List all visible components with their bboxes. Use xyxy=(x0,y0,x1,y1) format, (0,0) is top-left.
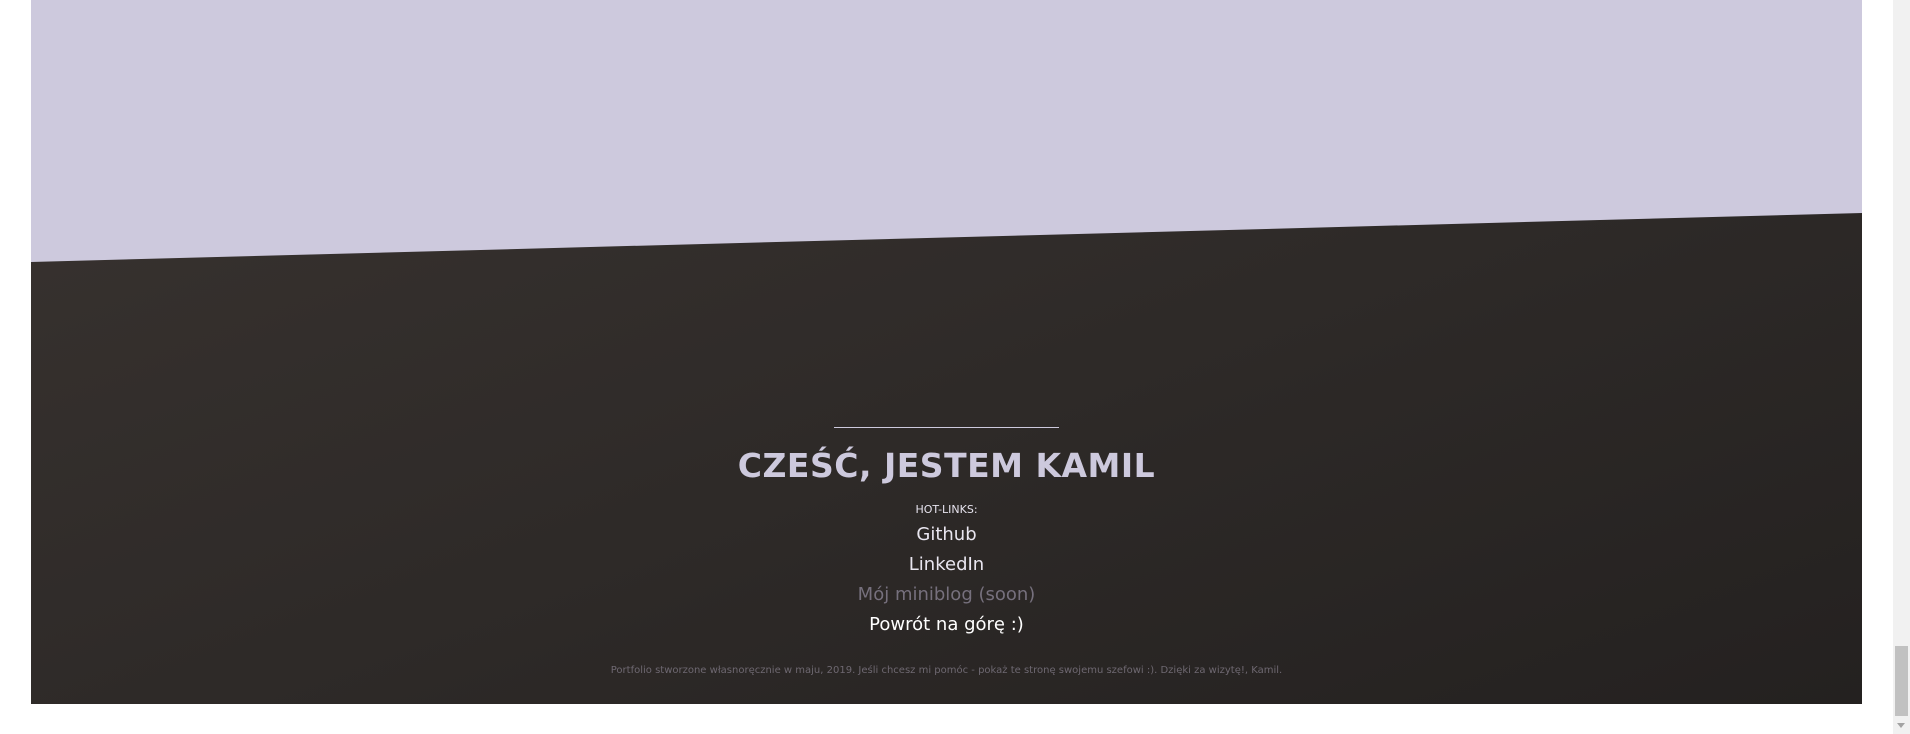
github-link-row: Github xyxy=(31,523,1862,547)
page-content: CZEŚĆ, JESTEM KAMIL HOT-LINKS: Github Li… xyxy=(31,0,1862,704)
footer-credits: Portfolio stworzone własnoręcznie w maju… xyxy=(610,665,1283,676)
hot-links-label: HOT-LINKS: xyxy=(915,503,978,516)
linkedin-link[interactable]: LinkedIn xyxy=(909,554,984,575)
miniblog-link[interactable]: Mój miniblog (soon) xyxy=(858,584,1036,605)
scrollbar-thumb[interactable] xyxy=(1895,646,1908,716)
back-to-top-link-row: Powrót na górę :) xyxy=(31,613,1862,637)
linkedin-link-row: LinkedIn xyxy=(31,553,1862,577)
footer-divider xyxy=(834,427,1059,428)
github-link[interactable]: Github xyxy=(916,524,976,545)
scroll-down-arrow-icon[interactable] xyxy=(1897,723,1905,728)
miniblog-link-row: Mój miniblog (soon) xyxy=(31,583,1862,607)
back-to-top-link[interactable]: Powrót na górę :) xyxy=(869,614,1024,635)
footer: CZEŚĆ, JESTEM KAMIL HOT-LINKS: Github Li… xyxy=(31,0,1862,704)
footer-title: CZEŚĆ, JESTEM KAMIL xyxy=(737,446,1156,485)
page: CZEŚĆ, JESTEM KAMIL HOT-LINKS: Github Li… xyxy=(0,0,1910,734)
vertical-scrollbar[interactable] xyxy=(1893,0,1910,734)
